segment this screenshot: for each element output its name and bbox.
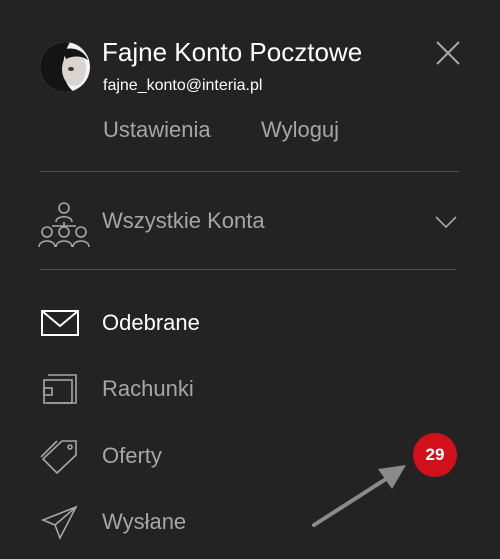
divider xyxy=(40,269,456,270)
account-name: Fajne Konto Pocztowe xyxy=(102,37,363,67)
nav-item-label: Oferty xyxy=(102,443,162,468)
close-button[interactable] xyxy=(434,39,462,67)
tags-icon xyxy=(40,438,80,475)
nav-item-inbox[interactable]: Odebrane xyxy=(36,299,466,347)
unread-count-badge: 29 xyxy=(413,433,457,477)
wallet-icon xyxy=(40,371,80,407)
paper-plane-icon xyxy=(40,504,80,540)
all-accounts-switcher[interactable]: Wszystkie Konta xyxy=(36,196,466,250)
settings-link[interactable]: Ustawienia xyxy=(103,117,211,143)
nav-item-bills[interactable]: Rachunki xyxy=(36,365,466,413)
all-accounts-label: Wszystkie Konta xyxy=(102,208,265,233)
account-email: fajne_konto@interia.pl xyxy=(103,77,263,94)
nav-item-label: Rachunki xyxy=(102,376,194,401)
logout-link[interactable]: Wyloguj xyxy=(261,117,339,143)
envelope-icon xyxy=(40,305,80,341)
avatar xyxy=(40,42,90,92)
nav-item-sent[interactable]: Wysłane xyxy=(36,498,466,546)
accounts-group-icon xyxy=(38,200,90,248)
close-icon xyxy=(436,41,460,65)
nav-item-offers[interactable]: Oferty xyxy=(36,432,466,480)
nav-item-label: Wysłane xyxy=(102,509,187,534)
nav-item-label: Odebrane xyxy=(102,310,200,335)
divider xyxy=(40,171,459,172)
chevron-down-icon xyxy=(434,214,458,230)
